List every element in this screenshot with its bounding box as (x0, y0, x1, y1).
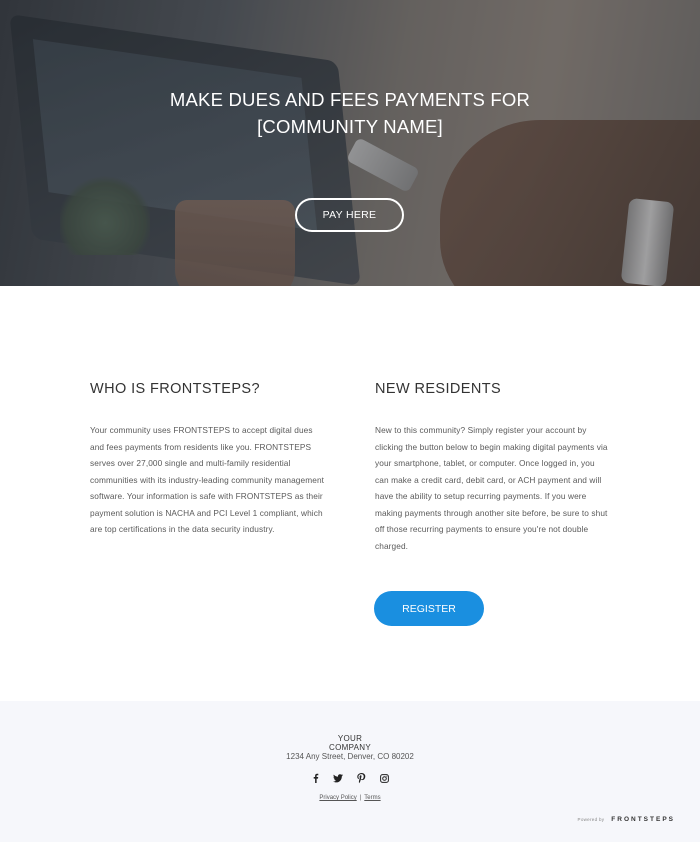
terms-link[interactable]: Terms (364, 795, 380, 801)
pay-here-button[interactable]: PAY HERE (295, 198, 404, 232)
hero-overlay (0, 0, 700, 286)
powered-by-label: Powered by (577, 817, 605, 822)
new-residents-section: NEW RESIDENTS New to this community? Sim… (375, 380, 610, 554)
register-button[interactable]: REGISTER (374, 591, 484, 626)
company-name-line2: COMPANY (329, 743, 371, 752)
hero-title-line2: [COMMUNITY NAME] (257, 116, 443, 137)
company-address: 1234 Any Street, Denver, CO 80202 (286, 752, 414, 761)
footer: YOUR COMPANY 1234 Any Street, Denver, CO… (0, 701, 700, 842)
facebook-icon[interactable] (308, 771, 322, 785)
twitter-icon[interactable] (331, 771, 345, 785)
legal-links: Privacy Policy | Terms (0, 795, 700, 801)
about-body: Your community uses FRONTSTEPS to accept… (90, 425, 325, 534)
pinterest-icon[interactable] (355, 771, 369, 785)
instagram-icon[interactable] (378, 771, 392, 785)
hero-banner: MAKE DUES AND FEES PAYMENTS FOR [COMMUNI… (0, 0, 700, 286)
company-name-line1: YOUR (337, 734, 363, 743)
new-residents-heading: NEW RESIDENTS (375, 381, 502, 397)
social-links (308, 771, 392, 785)
hero-title-line1: MAKE DUES AND FEES PAYMENTS FOR (169, 89, 531, 110)
frontsteps-logo: FRONTSTEPS (611, 816, 675, 823)
powered-by[interactable]: Powered by FRONTSTEPS (578, 816, 675, 823)
about-section: WHO IS FRONTSTEPS? Your community uses F… (90, 380, 325, 538)
legal-separator: | (359, 795, 362, 801)
new-residents-body: New to this community? Simply register y… (375, 425, 608, 551)
privacy-policy-link[interactable]: Privacy Policy (319, 795, 356, 801)
about-heading: WHO IS FRONTSTEPS? (90, 381, 260, 397)
company-logo: YOUR COMPANY (0, 734, 700, 752)
hero-title: MAKE DUES AND FEES PAYMENTS FOR [COMMUNI… (0, 86, 700, 140)
